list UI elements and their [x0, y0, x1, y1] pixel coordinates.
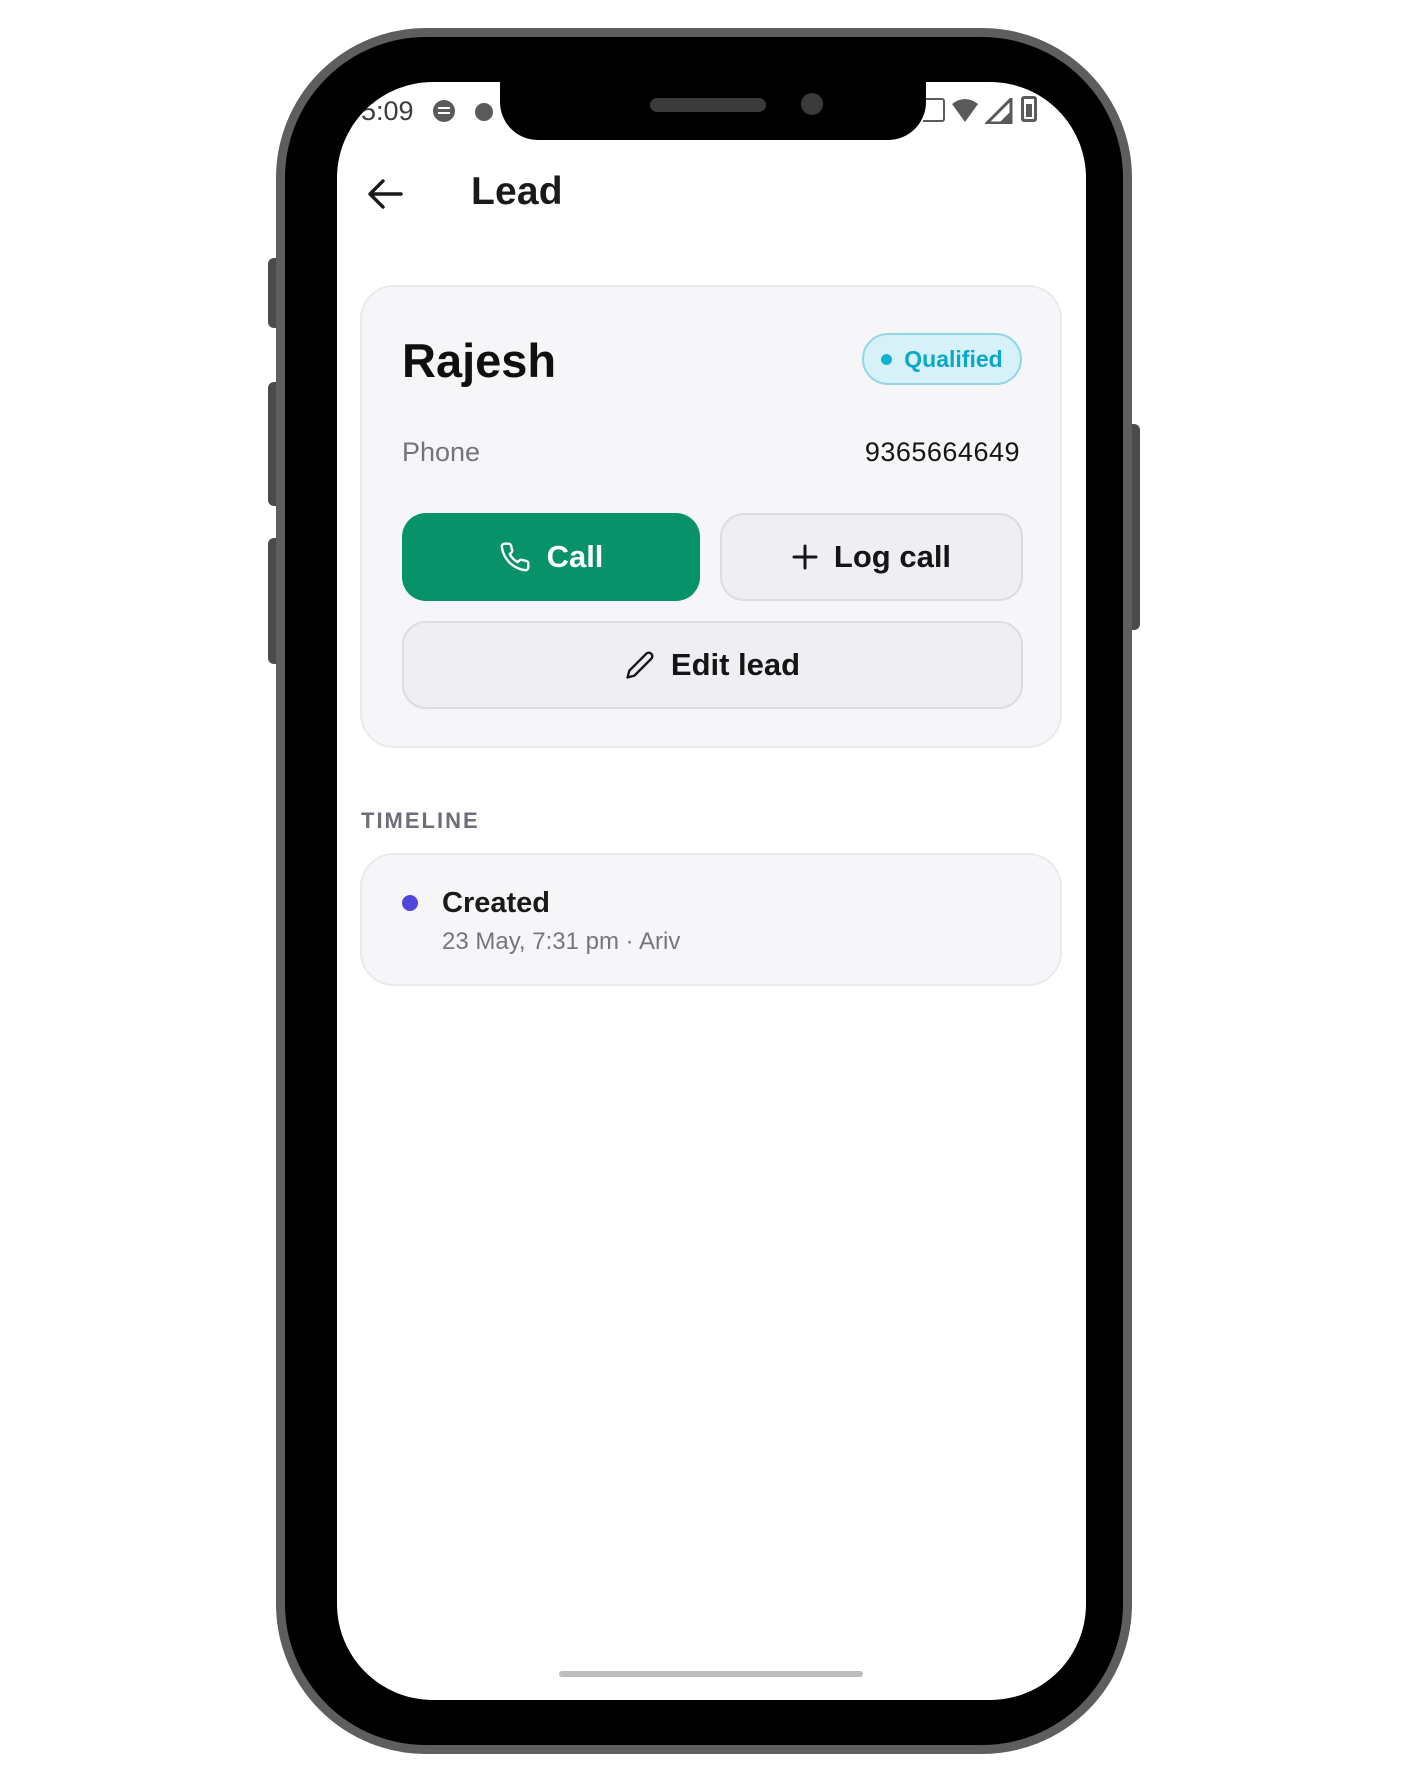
timeline-dot-icon: [402, 895, 418, 911]
status-dot-icon: [881, 353, 893, 365]
wifi-icon: [952, 99, 978, 122]
phone-frame: 5:09 Lead Rajesh Qualified Phone 9365664…: [276, 28, 1132, 1754]
timeline-item-meta: 23 May, 7:31 pm · Ariv: [442, 928, 681, 955]
log-call-button-label: Log call: [833, 539, 952, 574]
status-badge: Qualified: [862, 333, 1022, 385]
back-button[interactable]: [365, 174, 405, 214]
edit-lead-button-label: Edit lead: [670, 647, 801, 682]
call-button-label: Call: [546, 539, 604, 574]
screen: 5:09 Lead Rajesh Qualified Phone 9365664…: [337, 82, 1086, 1700]
message-icon: [433, 100, 455, 122]
log-call-button[interactable]: Log call: [720, 513, 1023, 601]
phone-icon: [500, 542, 530, 572]
call-button[interactable]: Call: [402, 513, 700, 601]
battery-icon: [1021, 96, 1037, 122]
front-camera: [801, 93, 823, 115]
signal-icon: [985, 98, 1013, 124]
status-badge-label: Qualified: [904, 345, 1003, 372]
notification-dot-icon: [475, 103, 493, 121]
phone-label: Phone: [402, 437, 481, 467]
edit-lead-button[interactable]: Edit lead: [402, 621, 1023, 709]
timeline-item: Created 23 May, 7:31 pm · Ariv: [360, 853, 1062, 986]
home-indicator[interactable]: [559, 1671, 863, 1677]
wifi-calling-icon: [923, 98, 945, 122]
timeline-item-title: Created: [442, 887, 550, 919]
arrow-left-icon: [368, 179, 403, 209]
notch: [500, 82, 926, 140]
timeline-heading: TIMELINE: [361, 808, 480, 833]
page-title: Lead: [471, 170, 563, 213]
lead-name: Rajesh: [402, 334, 557, 387]
lead-card: Rajesh Qualified Phone 9365664649 Call L…: [360, 285, 1062, 748]
pencil-icon: [626, 651, 654, 679]
phone-value: 9365664649: [864, 437, 1020, 467]
speaker: [650, 98, 766, 112]
status-time: 5:09: [361, 96, 414, 126]
plus-icon: [792, 544, 818, 570]
